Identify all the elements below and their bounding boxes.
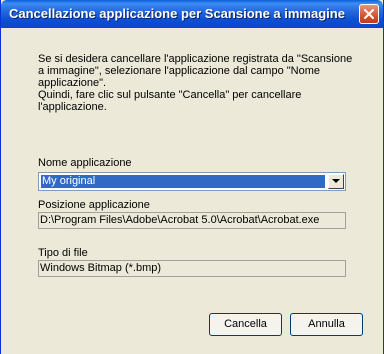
- instruction-text: Se si desidera cancellare l'applicazione…: [38, 53, 353, 113]
- cancel-button[interactable]: Annulla: [290, 313, 363, 336]
- app-name-dropdown[interactable]: My original: [38, 172, 346, 191]
- app-name-selected: My original: [41, 175, 325, 188]
- close-icon: [364, 9, 374, 19]
- window-title: Cancellazione applicazione per Scansione…: [9, 6, 345, 21]
- app-location-label: Posizione applicazione: [38, 199, 150, 211]
- title-bar[interactable]: Cancellazione applicazione per Scansione…: [1, 0, 383, 28]
- app-name-label: Nome applicazione: [38, 157, 132, 169]
- delete-button[interactable]: Cancella: [209, 313, 282, 336]
- close-button[interactable]: [359, 4, 379, 24]
- dialog-window: Cancellazione applicazione per Scansione…: [0, 0, 384, 354]
- app-location-field: D:\Program Files\Adobe\Acrobat 5.0\Acrob…: [38, 212, 346, 229]
- file-type-field: Windows Bitmap (*.bmp): [38, 260, 346, 277]
- chevron-down-icon: [332, 179, 340, 183]
- file-type-label: Tipo di file: [38, 247, 88, 259]
- dropdown-arrow-button[interactable]: [328, 174, 344, 189]
